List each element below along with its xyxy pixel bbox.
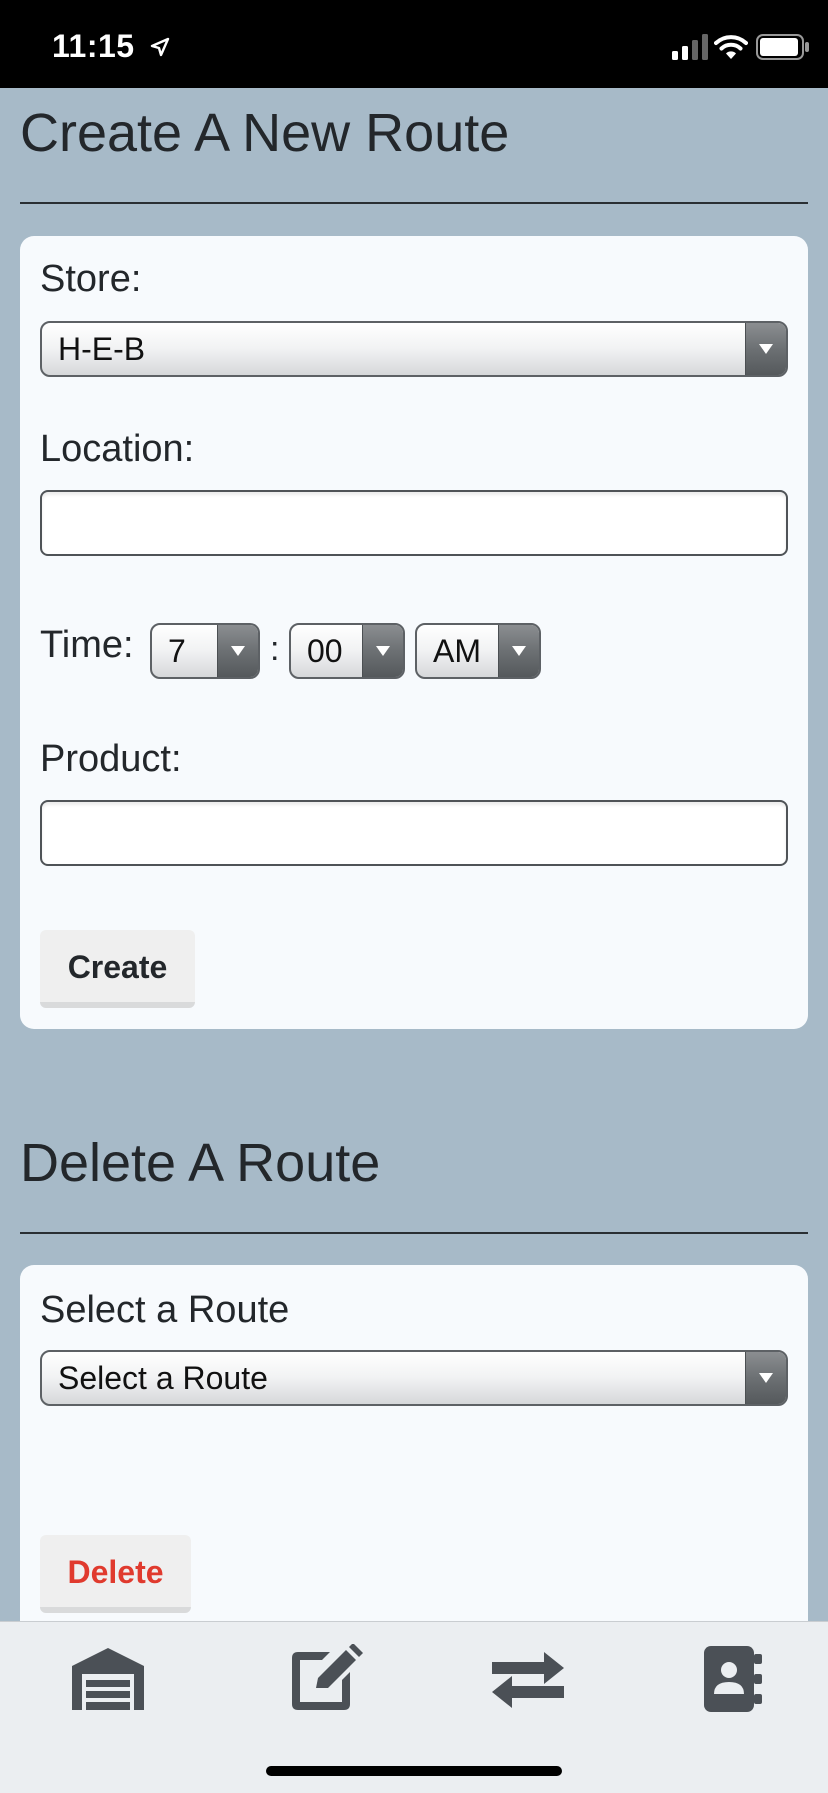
signal-icon — [672, 34, 708, 60]
battery-icon — [756, 34, 809, 60]
create-section-divider — [20, 202, 808, 204]
select-route-label: Select a Route — [40, 1289, 290, 1331]
minute-select[interactable]: 00 — [289, 623, 405, 679]
period-select-value: AM — [433, 633, 481, 669]
route-select-value: Select a Route — [58, 1360, 268, 1396]
status-time: 11:15 — [52, 28, 170, 65]
store-select[interactable]: H-E-B — [40, 321, 788, 377]
minute-select-value: 00 — [307, 633, 343, 669]
wifi-icon — [714, 35, 748, 59]
create-route-title: Create A New Route — [20, 103, 510, 163]
tab-edit[interactable] — [286, 1643, 366, 1714]
hour-select-dropdown-arrow — [217, 625, 258, 677]
route-select[interactable]: Select a Route — [40, 1350, 788, 1406]
product-label: Product: — [40, 738, 182, 780]
location-input[interactable] — [40, 490, 788, 556]
time-label: Time: — [40, 624, 134, 666]
status-bar: 11:15 — [0, 0, 828, 88]
delete-route-title: Delete A Route — [20, 1133, 381, 1193]
contact-book-icon — [704, 1646, 762, 1712]
product-input[interactable] — [40, 800, 788, 866]
store-select-dropdown-arrow — [745, 323, 786, 375]
store-label: Store: — [40, 258, 142, 300]
tab-contacts[interactable] — [690, 1644, 770, 1714]
period-select[interactable]: AM — [415, 623, 541, 679]
hour-select[interactable]: 7 — [150, 623, 260, 679]
warehouse-icon — [72, 1648, 144, 1710]
store-select-value: H-E-B — [58, 331, 146, 367]
location-label: Location: — [40, 428, 195, 470]
create-button[interactable]: Create — [40, 930, 195, 1008]
exchange-icon — [492, 1652, 564, 1708]
minute-select-dropdown-arrow — [362, 625, 403, 677]
edit-icon — [292, 1643, 363, 1710]
create-route-card: Store: H-E-B Location: Time: 7 : 00 AM P… — [20, 236, 808, 1029]
delete-section-divider — [20, 1232, 808, 1234]
period-select-dropdown-arrow — [498, 625, 539, 677]
home-indicator — [266, 1766, 562, 1776]
tab-warehouse[interactable] — [68, 1644, 148, 1714]
hour-select-value: 7 — [168, 633, 186, 669]
tab-exchange[interactable] — [488, 1644, 568, 1714]
time-separator: : — [270, 630, 280, 668]
status-time-text: 11:15 — [52, 28, 135, 64]
delete-button[interactable]: Delete — [40, 1535, 191, 1613]
route-select-dropdown-arrow — [745, 1352, 786, 1404]
location-arrow-icon — [150, 28, 170, 65]
